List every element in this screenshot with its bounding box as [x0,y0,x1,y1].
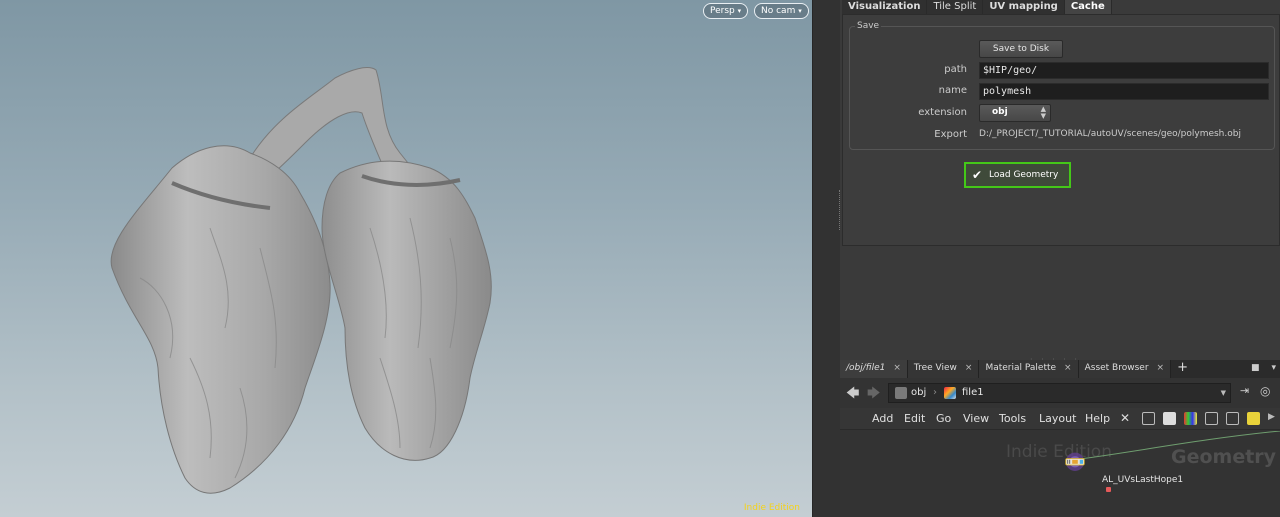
close-icon[interactable]: × [1157,363,1165,373]
save-group-label: Save [855,21,882,31]
maximize-icon[interactable]: ■ [1251,363,1260,373]
extension-value: obj [992,107,1008,117]
tab-asset-browser[interactable]: Asset Browser × [1078,360,1172,378]
viewport-3d[interactable]: Persp ▾ No cam ▾ Indie Edition [0,0,812,517]
tab-tree-view[interactable]: Tree View × [907,360,980,378]
close-icon[interactable]: × [965,363,973,373]
save-group: Save to Disk path $HIP/geo/ name polymes… [849,26,1275,150]
menu-layout[interactable]: Layout [1039,412,1076,425]
network-box-icon[interactable] [1226,412,1239,425]
obj-network-icon [895,387,907,399]
network-editor-canvas[interactable]: Indie Edition Geometry AL_UVsLastHope1 [840,431,1280,517]
chevron-down-icon: ▾ [737,7,742,15]
path-field[interactable]: $HIP/geo/ [979,62,1269,79]
grid-icon[interactable] [1205,412,1218,425]
close-icon[interactable]: × [893,363,901,373]
network-pane: /obj/file1 × Tree View × Material Palette ×… [840,360,1280,517]
parameter-tabs: Visualization Tile Split UV mapping Cach… [842,0,1112,14]
list-view-icon[interactable] [1163,412,1176,425]
cache-tab-body: Save to Disk path $HIP/geo/ name polymes… [842,14,1280,246]
export-path: D:/_PROJECT/_TUTORIAL/autoUV/scenes/geo/… [979,129,1241,139]
wrench-icon[interactable]: ✕ [1120,412,1133,425]
pane-controls: ■ ▾ [1251,363,1276,373]
tab-cache[interactable]: Cache [1064,0,1112,14]
add-tab-button[interactable]: + [1171,360,1194,378]
node-connection-wire [1079,431,1280,460]
camera-type-label: Persp [710,6,735,16]
navigation-bar: 🡄 🡆 obj › file1 ▼ ⇥ ◎ [840,381,1280,403]
load-geometry-label: Load Geometry [989,170,1059,180]
path-bar[interactable]: obj › file1 ▼ [888,383,1231,403]
link-toggle-icon[interactable]: ◎ [1260,384,1270,398]
tab-obj-file1[interactable]: /obj/file1 × [840,360,908,378]
menu-tools[interactable]: Tools [999,412,1026,425]
menu-go[interactable]: Go [936,412,951,425]
menu-view[interactable]: View [963,412,989,425]
node-label: AL_UVsLastHope1 [1102,475,1184,485]
chevron-down-icon: ▾ [798,7,802,15]
more-arrow-icon[interactable]: ▶ [1268,412,1280,425]
network-menu-bar: Add Edit Go View Tools Layout Help ✕ ▶ [840,408,1280,430]
camera-name-menu[interactable]: No cam ▾ [754,3,809,19]
close-icon[interactable]: × [1064,363,1072,373]
export-label: Export [934,129,967,140]
tab-label: Asset Browser [1084,363,1149,373]
name-label: name [938,85,967,96]
path-label: path [944,64,967,75]
geometry-node-icon [944,387,956,399]
tab-uv-mapping[interactable]: UV mapping [983,0,1065,14]
path-crumb-obj[interactable]: obj [911,387,926,398]
tree-layout-icon[interactable] [1142,412,1155,425]
tab-material-palette[interactable]: Material Palette × [979,360,1079,378]
color-palette-icon[interactable] [1184,412,1197,425]
camera-name-label: No cam [761,6,796,16]
extension-label: extension [918,107,967,118]
network-tabs: /obj/file1 × Tree View × Material Palette ×… [840,360,1280,378]
tab-label: Tree View [913,363,957,373]
pin-icon[interactable]: ⇥ [1240,384,1249,397]
menu-edit[interactable]: Edit [904,412,925,425]
pane-splitter[interactable] [812,0,840,517]
load-geometry-toggle[interactable]: ✔ Load Geometry [964,162,1071,188]
tab-visualization[interactable]: Visualization [842,0,928,14]
chevron-down-icon[interactable]: ▼ [1221,389,1226,397]
tab-label: Material Palette [985,363,1057,373]
save-to-disk-button[interactable]: Save to Disk [979,40,1063,58]
name-field[interactable]: polymesh [979,83,1269,100]
forward-arrow-icon[interactable]: 🡆 [867,384,880,406]
tab-label: /obj/file1 [846,363,886,373]
menu-help[interactable]: Help [1085,412,1110,425]
checkmark-icon: ✔ [972,168,983,182]
menu-add[interactable]: Add [872,412,893,425]
extension-select[interactable]: obj ▲ ▼ [979,104,1051,122]
back-arrow-icon[interactable]: 🡄 [846,384,859,406]
sticky-note-icon[interactable] [1247,412,1260,425]
breadcrumb-separator-icon: › [933,387,937,398]
parameter-panel: Visualization Tile Split UV mapping Cach… [840,0,1280,360]
pane-menu-icon[interactable]: ▾ [1271,363,1276,373]
path-crumb-file1[interactable]: file1 [962,387,984,398]
tab-tile-split[interactable]: Tile Split [927,0,984,14]
sculpted-mesh-geometry [110,67,492,494]
edition-watermark: Indie Edition [743,503,800,513]
lock-flag-icon [1106,487,1111,492]
updown-arrows-icon: ▲ ▼ [1040,105,1046,120]
camera-type-menu[interactable]: Persp ▾ [703,3,749,19]
node-al-uvslasthope1[interactable] [1050,451,1100,471]
